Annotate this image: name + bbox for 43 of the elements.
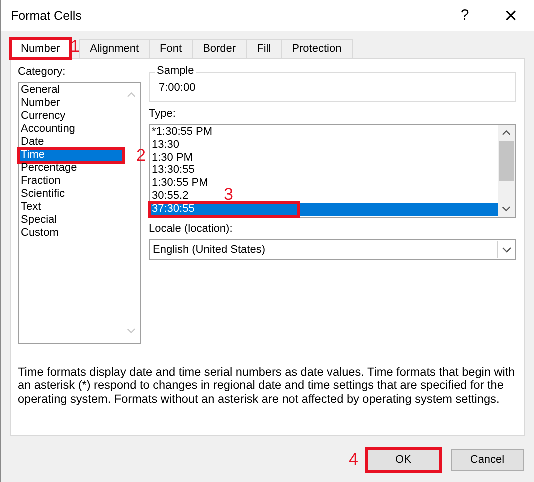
callout-number: 2 <box>136 147 146 164</box>
tab[interactable]: Number <box>10 38 72 59</box>
type-label: Type: <box>149 107 177 122</box>
scroll-thumb[interactable] <box>499 141 514 181</box>
type-item[interactable]: 13:30:55 <box>150 164 197 178</box>
sample-value: 7:00:00 <box>159 82 196 94</box>
callout-number: 4 <box>349 451 358 468</box>
scroll-down-icon[interactable] <box>502 206 511 212</box>
window-title: Format Cells <box>11 8 83 22</box>
description-text: Time formats display date and time serial numbers as date values. Time formats that begin with an asterisk (*) respond to changes in regional date and time settings that are specified for the operating system. Formats without an asterisk are not affected by operating system settings. <box>18 366 516 406</box>
category-item[interactable]: Accounting <box>19 123 78 136</box>
close-button[interactable]: × <box>488 0 534 31</box>
category-item[interactable]: Text <box>19 201 44 214</box>
scrollbar[interactable] <box>498 125 515 217</box>
scroll-up-icon[interactable] <box>502 130 511 136</box>
category-item[interactable]: Time <box>19 149 123 162</box>
sample-label: Sample <box>155 65 196 77</box>
category-item[interactable]: Percentage <box>19 162 80 175</box>
locale-label: Locale (location): <box>149 222 234 237</box>
tab[interactable]: Protection <box>281 39 353 58</box>
cancel-button[interactable]: Cancel <box>451 449 524 471</box>
ok-button[interactable]: OK <box>367 449 440 471</box>
chevron-down-icon <box>502 246 512 252</box>
type-item[interactable]: 37:30:55 <box>150 202 498 216</box>
locale-dropdown[interactable]: English (United States) <box>149 239 516 260</box>
callout-number: 1 <box>70 38 80 55</box>
help-button[interactable]: ? <box>442 0 488 31</box>
type-item[interactable]: *1:30:55 PM <box>150 126 215 139</box>
category-item[interactable]: Currency <box>19 110 68 123</box>
category-item[interactable]: Fraction <box>19 175 63 188</box>
category-item[interactable]: General <box>19 84 62 97</box>
type-item[interactable]: 13:30 <box>150 138 182 152</box>
category-item[interactable]: Custom <box>19 227 61 240</box>
type-item[interactable]: 1:30:55 PM <box>150 177 210 190</box>
type-item[interactable]: 30:55.2 <box>150 190 191 203</box>
category-item[interactable]: Number <box>19 97 62 110</box>
tab[interactable]: Alignment <box>79 39 150 58</box>
category-item[interactable]: Date <box>19 136 46 149</box>
category-item[interactable]: Scientific <box>19 188 68 201</box>
category-item[interactable]: Special <box>19 214 60 227</box>
type-item[interactable]: 1:30 PM <box>150 152 195 164</box>
callout-number: 3 <box>224 186 234 203</box>
category-label: Category: <box>18 65 67 80</box>
